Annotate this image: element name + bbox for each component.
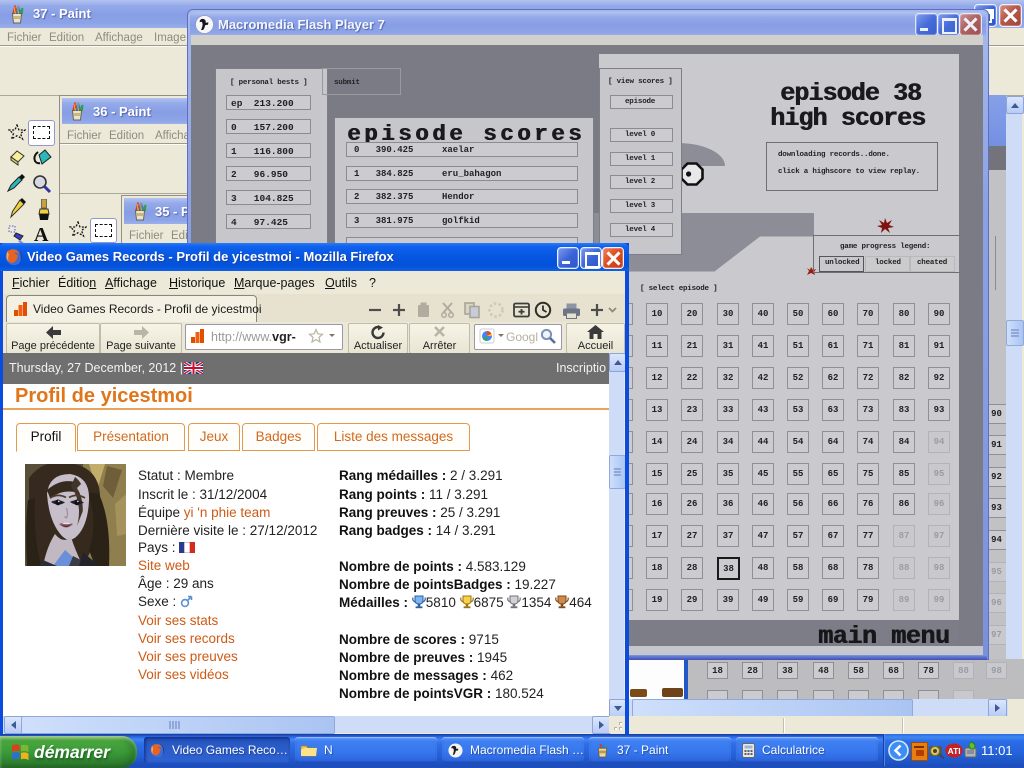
svg-text:ATI: ATI: [948, 746, 961, 756]
